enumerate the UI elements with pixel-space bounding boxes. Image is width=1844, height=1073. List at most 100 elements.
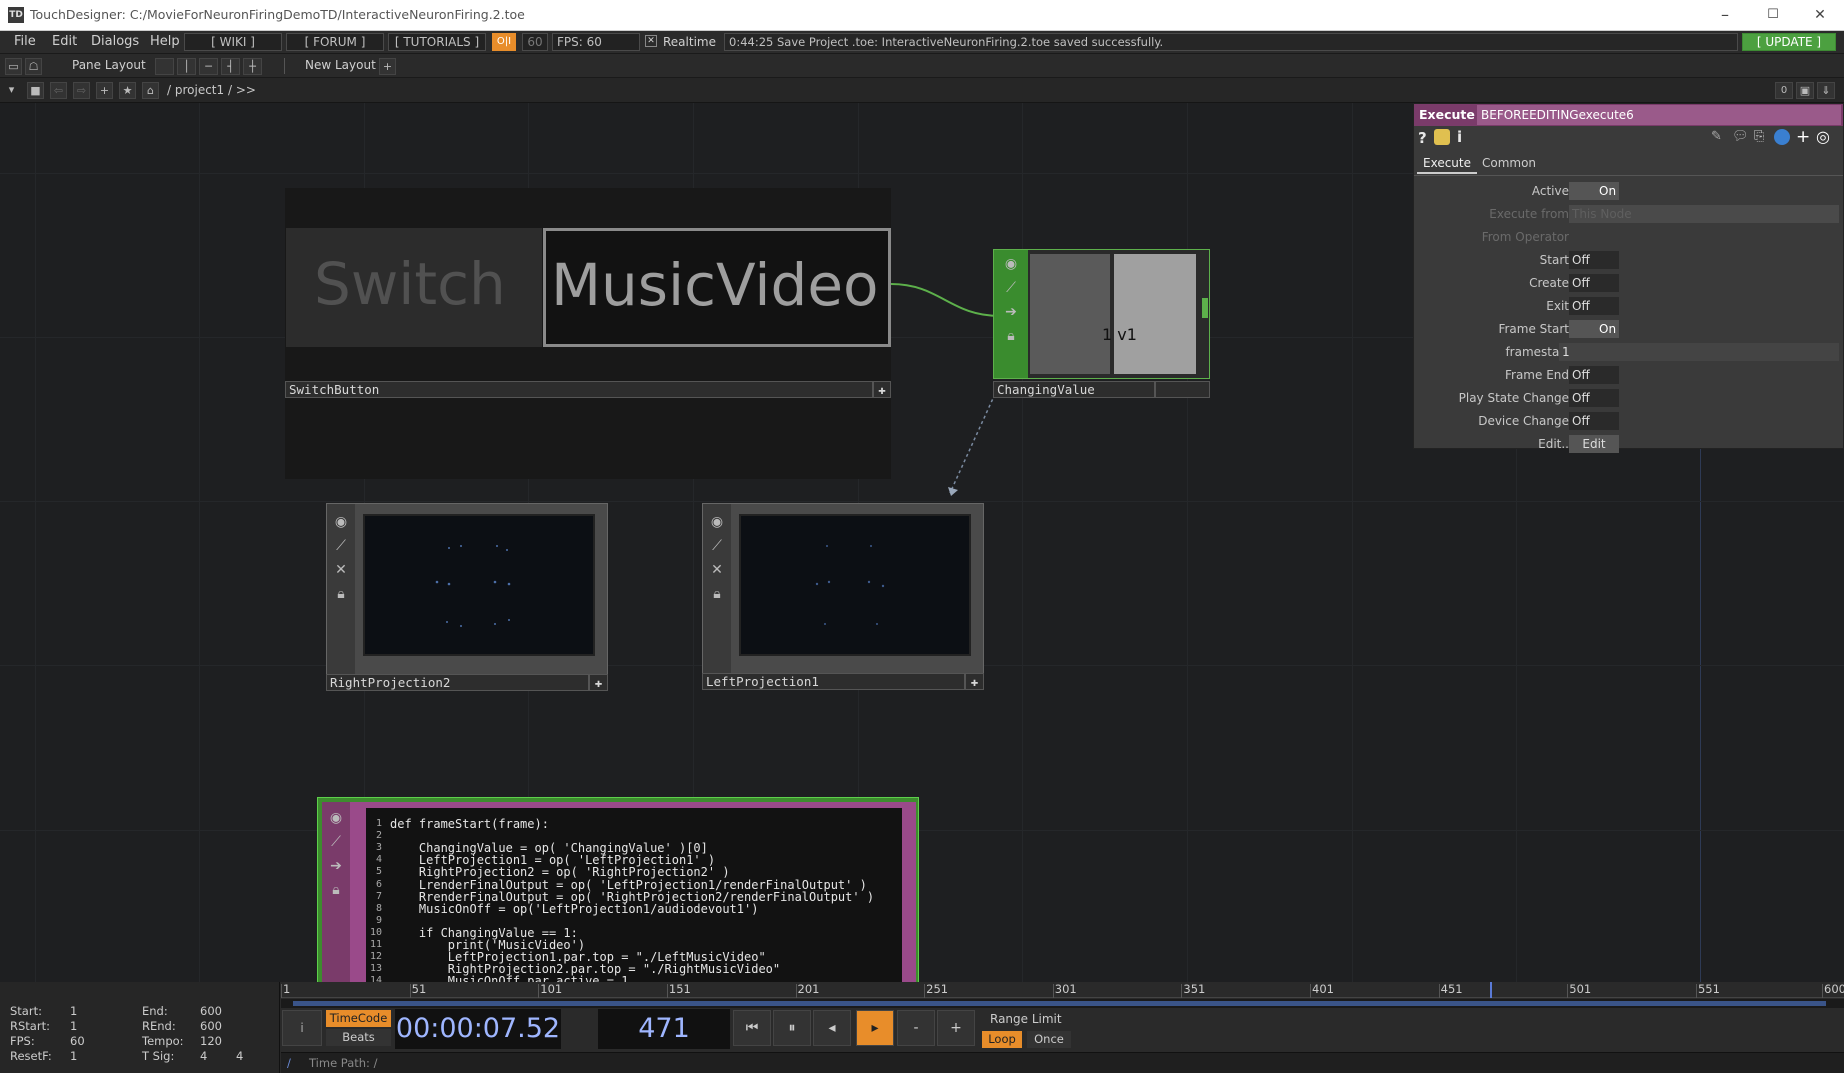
help-icon[interactable]: ? (1418, 129, 1427, 147)
tsig-numerator[interactable]: 4 (200, 1049, 207, 1063)
perform-oi-button[interactable]: O|I (492, 33, 516, 51)
export-arrow-icon[interactable]: ➔ (999, 300, 1023, 324)
step-back-icon[interactable]: ◂ (813, 1010, 851, 1046)
timecode-display[interactable]: 00:00:07.52 (395, 1009, 561, 1049)
add-icon[interactable]: + (96, 82, 113, 99)
lock-icon[interactable]: 🔒︎ (329, 582, 353, 606)
fps-value[interactable]: 60 (70, 1034, 85, 1048)
tutorials-button[interactable]: [ TUTORIALS ] (388, 33, 486, 51)
range-bar[interactable] (281, 999, 1844, 1008)
code-editor[interactable]: 1 def frameStart(frame): 2 3 ChangingValue … (366, 808, 902, 982)
viewer-icon[interactable]: ◉ (999, 252, 1023, 276)
viewer-icon[interactable]: ◉ (329, 510, 353, 534)
end-value[interactable]: 600 (200, 1004, 222, 1018)
pause-icon[interactable]: ⏸ (773, 1010, 811, 1046)
layout-quad-icon[interactable]: ┼ (243, 58, 262, 75)
playhead[interactable] (1490, 982, 1493, 998)
comment-icon[interactable]: 💬︎ (1732, 129, 1749, 144)
leftprojection-name[interactable]: LeftProjection1 (702, 673, 965, 690)
network-path[interactable]: / project1 / >> (167, 83, 256, 97)
lock-icon[interactable]: 🔒︎ (705, 582, 729, 606)
fps-cap-field[interactable]: 60 (522, 33, 548, 51)
frame-display[interactable]: 471 (598, 1009, 730, 1049)
layout-three-icon[interactable]: ┤ (221, 58, 240, 75)
output-connector[interactable] (1202, 298, 1208, 318)
pane-type-icon[interactable]: ☖ (25, 58, 42, 75)
rstart-value[interactable]: 1 (70, 1019, 77, 1033)
forum-button[interactable]: [ FORUM ] (286, 33, 384, 51)
lock-icon[interactable]: 🔒︎ (999, 324, 1023, 348)
python-icon[interactable] (1774, 129, 1790, 145)
range-fill[interactable] (293, 1001, 1826, 1006)
param-value[interactable]: On (1569, 320, 1619, 338)
update-button[interactable]: [ UPDATE ] (1742, 33, 1836, 51)
bypass-icon[interactable]: ⟋ (324, 830, 348, 854)
bypass-icon[interactable]: ⟋ (999, 276, 1023, 300)
close-x-icon[interactable]: ✕ (329, 558, 353, 582)
info-toggle[interactable]: i (282, 1010, 322, 1046)
lock-icon[interactable]: 🔒︎ (324, 878, 348, 902)
op-name-field[interactable]: BEFOREEDITINGexecute6 (1477, 105, 1841, 125)
export-arrow-icon[interactable]: ➔ (324, 854, 348, 878)
target-icon[interactable]: ◎ (1816, 127, 1830, 146)
wiki-button[interactable]: [ WIKI ] (184, 33, 282, 51)
param-value[interactable]: Edit (1569, 435, 1619, 453)
code-line[interactable]: RrenderFinalOutput = op( 'RightProjectio… (390, 891, 874, 903)
step-minus-button[interactable]: - (897, 1010, 935, 1046)
once-toggle[interactable]: Once (1027, 1031, 1071, 1048)
time-path[interactable]: Time Path: / (309, 1056, 377, 1070)
python-script-icon[interactable] (1434, 129, 1450, 145)
bypass-icon[interactable]: ⟋ (329, 534, 353, 558)
maximize-button[interactable]: ☐ (1753, 4, 1793, 26)
close-x-icon[interactable]: ✕ (705, 558, 729, 582)
changingvalue-toggles[interactable] (1155, 381, 1210, 398)
param-value[interactable] (1569, 228, 1839, 246)
realtime-checkbox[interactable]: ✕ (645, 35, 657, 47)
param-value[interactable]: Off (1569, 251, 1619, 269)
clone-icon[interactable]: ⎘ (1754, 129, 1764, 144)
menu-edit[interactable]: Edit (52, 34, 77, 49)
param-value[interactable]: Off (1569, 274, 1619, 292)
menu-file[interactable]: File (14, 34, 36, 49)
changingvalue-name[interactable]: ChangingValue (993, 381, 1155, 398)
step-plus-button[interactable]: + (937, 1010, 975, 1046)
layout-split-vertical-icon[interactable]: │ (177, 58, 196, 75)
close-button[interactable]: ✕ (1800, 4, 1840, 26)
rightprojection-node[interactable]: ◉ ⟋ ✕ 🔒︎ (326, 503, 608, 675)
tsig-denominator[interactable]: 4 (236, 1049, 243, 1063)
download-icon[interactable]: ⇓ (1817, 82, 1835, 99)
rightprojection-name[interactable]: RightProjection2 (326, 674, 589, 691)
timecode-toggle[interactable]: TimeCode (326, 1010, 391, 1027)
beats-toggle[interactable]: Beats (326, 1029, 391, 1046)
menu-dialogs[interactable]: Dialogs (91, 34, 139, 49)
tempo-value[interactable]: 120 (200, 1034, 222, 1048)
rightprojection-add-icon[interactable]: ✚ (589, 674, 608, 691)
code-line[interactable]: def frameStart(frame): (390, 818, 549, 830)
rend-value[interactable]: 600 (200, 1019, 222, 1033)
bypass-icon[interactable]: ⟋ (705, 534, 729, 558)
network-view-icon[interactable]: ▭ (5, 58, 22, 75)
info-icon[interactable]: i (1457, 128, 1462, 146)
param-value[interactable]: This Node (1569, 205, 1839, 223)
start-value[interactable]: 1 (70, 1004, 77, 1018)
param-value[interactable]: Off (1569, 389, 1619, 407)
code-line[interactable]: RightProjection2 = op( 'RightProjection2… (390, 866, 730, 878)
back-icon[interactable]: ⇦ (50, 82, 67, 99)
add-icon[interactable]: + (1796, 127, 1810, 147)
rewind-icon[interactable]: ⏮ (733, 1010, 771, 1046)
play-icon[interactable]: ▸ (856, 1010, 894, 1046)
code-line[interactable]: MusicOnOff = op('LeftProjection1/audiode… (390, 903, 759, 915)
home-icon[interactable]: ⌂ (142, 82, 159, 99)
param-value[interactable]: Off (1569, 412, 1619, 430)
maximize-pane-icon[interactable]: ▣ (1796, 82, 1814, 99)
param-value[interactable]: Off (1569, 297, 1619, 315)
viewer-icon[interactable]: ◉ (705, 510, 729, 534)
loop-toggle[interactable]: Loop (982, 1031, 1022, 1048)
minimize-button[interactable]: – (1705, 4, 1745, 26)
forward-icon[interactable]: ⇨ (73, 82, 90, 99)
chevron-down-icon[interactable]: ▾ (3, 82, 20, 99)
param-value[interactable]: 1 (1559, 343, 1839, 361)
resetf-value[interactable]: 1 (70, 1049, 77, 1063)
code-line[interactable]: MusicOnOff.par.active = 1 (390, 975, 629, 982)
menu-help[interactable]: Help (150, 34, 180, 49)
